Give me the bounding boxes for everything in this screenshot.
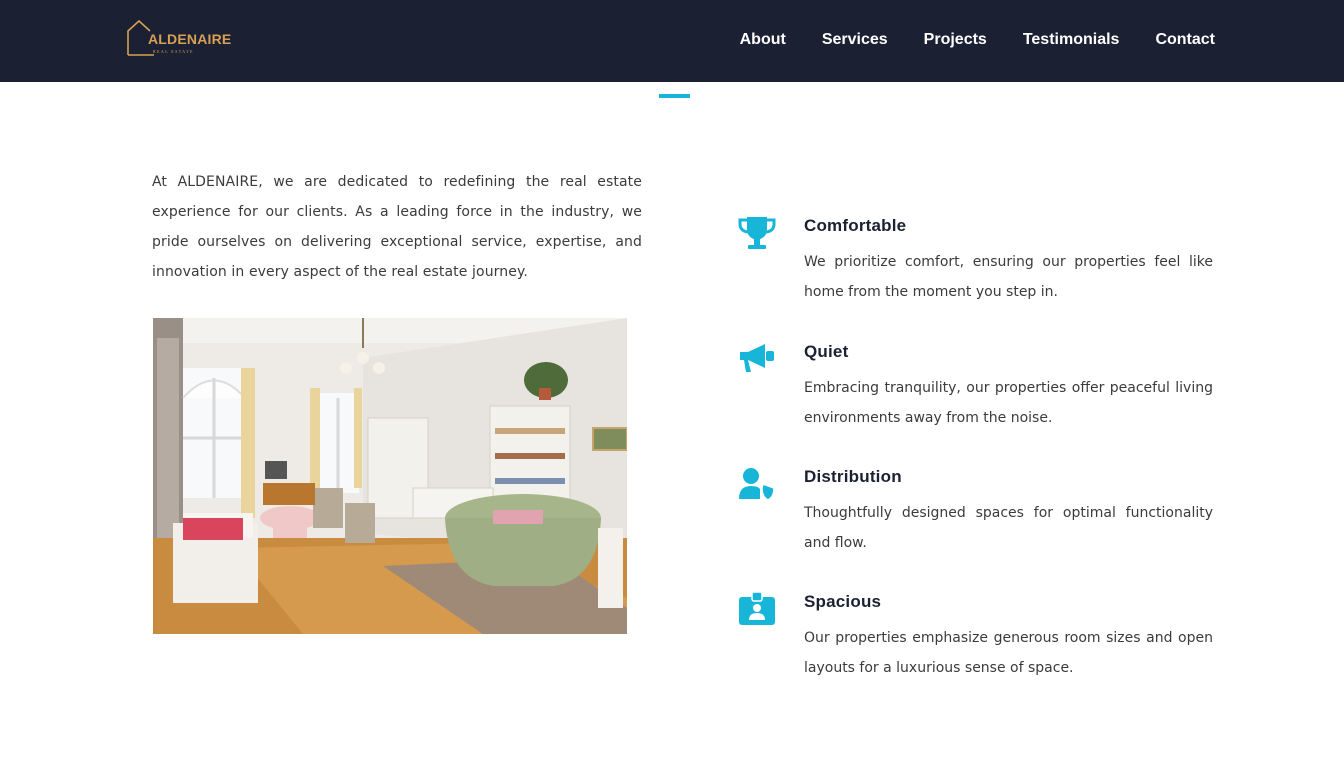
feature-title: Quiet	[804, 342, 849, 361]
feature-text: Our properties emphasize generous room s…	[804, 630, 1213, 676]
main-nav: About Services Projects Testimonials Con…	[740, 31, 1215, 49]
feature-text: Thoughtfully designed spaces for optimal…	[804, 505, 1213, 551]
section-accent-bar	[659, 94, 690, 98]
trophy-icon	[738, 217, 776, 249]
nav-services[interactable]: Services	[822, 31, 888, 49]
living-room-photo	[153, 318, 627, 634]
brand-name: ALDENAIRE	[148, 31, 232, 47]
feature-text: Embracing tranquility, our properties of…	[804, 380, 1213, 426]
user-shield-icon	[739, 468, 775, 501]
brand-tagline: REAL ESTATE	[153, 49, 194, 54]
megaphone-icon	[740, 344, 774, 372]
feature-title: Comfortable	[804, 216, 907, 235]
nav-about[interactable]: About	[740, 31, 786, 49]
feature-text: We prioritize comfort, ensuring our prop…	[804, 254, 1213, 300]
brand-logo[interactable]: ALDENAIRE REAL ESTATE	[126, 18, 231, 60]
feature-title: Distribution	[804, 467, 902, 486]
id-badge-icon	[739, 592, 775, 625]
nav-contact[interactable]: Contact	[1155, 31, 1215, 49]
feature-title: Spacious	[804, 592, 882, 611]
navbar: ALDENAIRE REAL ESTATE About Services Pro…	[0, 0, 1344, 82]
nav-projects[interactable]: Projects	[924, 31, 987, 49]
intro-text: At ALDENAIRE, we are dedicated to redefi…	[152, 174, 642, 280]
nav-testimonials[interactable]: Testimonials	[1023, 31, 1120, 49]
